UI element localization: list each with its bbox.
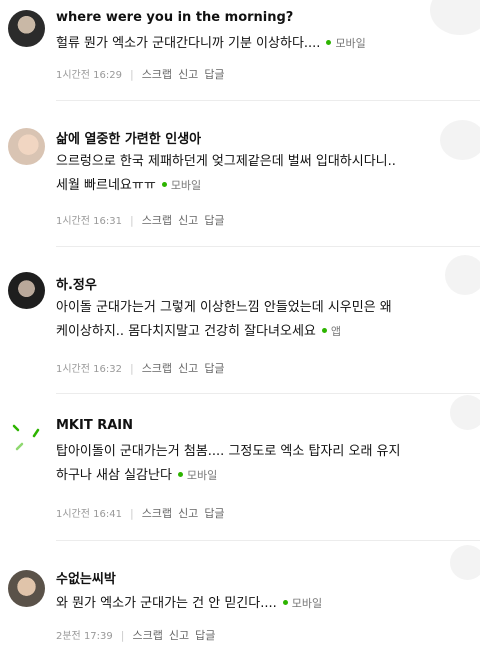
comment-line: 하구나 새삼 실감난다	[56, 468, 172, 483]
comment-line: 세월 빠르네요ㅠㅠ	[56, 178, 156, 193]
device-label: 모바일	[291, 597, 323, 610]
comment-text: 아이돌 군대가는거 그렇게 이상한느낌 안들었는데 시우민은 왜 케이상하지..…	[56, 296, 466, 344]
device-label: 모바일	[186, 469, 218, 482]
separator: |	[129, 362, 134, 375]
comment-time: 1시간전 16:41	[56, 509, 122, 520]
comment-line: 와 뭔가 엑소가 군대가는 건 안 믿긴다....	[56, 596, 277, 611]
separator: |	[129, 507, 134, 520]
separator: |	[120, 629, 125, 642]
report-button[interactable]: 신고	[169, 629, 189, 642]
comment-username[interactable]: 삶에 열중한 가련한 인생아	[56, 128, 201, 147]
comment-text: 헐류 뭔가 엑소가 군대간다니까 기분 이상하다.... 모바일	[56, 32, 466, 56]
comment-line: 아이돌 군대가는거 그렇게 이상한느낌 안들었는데 시우민은 왜	[56, 300, 392, 315]
reply-button[interactable]: 답글	[204, 362, 224, 375]
separator: |	[129, 214, 134, 227]
comment-username[interactable]: where were you in the morning?	[56, 10, 293, 25]
profile-avatar[interactable]	[8, 570, 45, 607]
comment-text: 으르렁으로 한국 제패하던게 엊그제같은데 벌써 입대하시다니.. 세월 빠르네…	[56, 150, 466, 198]
report-button[interactable]: 신고	[178, 362, 198, 375]
reply-button[interactable]: 답글	[204, 214, 224, 227]
comment-meta: 1시간전 16:29 | 스크랩 신고 답글	[56, 66, 231, 82]
divider	[56, 540, 480, 541]
comment-time: 1시간전 16:31	[56, 216, 122, 227]
scrap-button[interactable]: 스크랩	[142, 68, 172, 81]
device-label: 모바일	[335, 37, 366, 50]
green-dot-icon	[161, 182, 167, 187]
reply-button[interactable]: 답글	[204, 68, 224, 81]
mkit-rain-logo[interactable]	[8, 416, 45, 453]
scrap-button[interactable]: 스크랩	[142, 507, 172, 520]
green-dot-icon	[326, 40, 332, 45]
comment-line: 헐류 뭔가 엑소가 군대간다니까 기분 이상하다....	[56, 36, 321, 51]
report-button[interactable]: 신고	[178, 68, 198, 81]
green-dot-icon	[177, 472, 183, 477]
comment-time: 1시간전 16:32	[56, 364, 122, 375]
comment-time: 2분전 17:39	[56, 631, 113, 642]
device-label: 앱	[330, 325, 341, 338]
scrap-button[interactable]: 스크랩	[142, 362, 172, 375]
green-dot-icon	[321, 328, 327, 333]
decorative-blot	[450, 395, 480, 430]
scrap-button[interactable]: 스크랩	[132, 629, 162, 642]
comment-username[interactable]: 수없는씨박	[56, 568, 116, 587]
profile-avatar[interactable]	[8, 272, 45, 309]
comment-meta: 1시간전 16:41 | 스크랩 신고 답글	[56, 505, 231, 521]
profile-avatar[interactable]	[8, 10, 45, 47]
comment-meta: 1시간전 16:31 | 스크랩 신고 답글	[56, 212, 231, 228]
comment-line: 케이상하지.. 몸다치지말고 건강히 잘다녀오세요	[56, 324, 316, 339]
report-button[interactable]: 신고	[178, 214, 198, 227]
report-button[interactable]: 신고	[178, 507, 198, 520]
reply-button[interactable]: 답글	[204, 507, 224, 520]
divider	[56, 100, 480, 101]
profile-avatar[interactable]	[8, 128, 45, 165]
comment-username[interactable]: 하.정우	[56, 274, 97, 293]
comment-text: 탑아이돌이 군대가는거 첨봄.... 그정도로 엑소 탑자리 오래 유지 하구나…	[56, 440, 466, 488]
comment-line: 탑아이돌이 군대가는거 첨봄.... 그정도로 엑소 탑자리 오래 유지	[56, 444, 401, 459]
separator: |	[129, 68, 134, 81]
decorative-blot	[430, 0, 480, 35]
decorative-blot	[445, 255, 480, 295]
comment-line: 으르렁으로 한국 제패하던게 엊그제같은데 벌써 입대하시다니..	[56, 154, 396, 169]
reply-button[interactable]: 답글	[195, 629, 215, 642]
divider	[56, 246, 480, 247]
comment-username[interactable]: MKIT RAIN	[56, 418, 133, 433]
scrap-button[interactable]: 스크랩	[142, 214, 172, 227]
decorative-blot	[450, 545, 480, 580]
device-label: 모바일	[170, 179, 202, 192]
green-dot-icon	[282, 600, 288, 605]
divider	[56, 393, 480, 394]
comment-time: 1시간전 16:29	[56, 70, 122, 81]
comment-text: 와 뭔가 엑소가 군대가는 건 안 믿긴다.... 모바일	[56, 592, 466, 616]
comment-meta: 1시간전 16:32 | 스크랩 신고 답글	[56, 360, 231, 376]
comment-meta: 2분전 17:39 | 스크랩 신고 답글	[56, 627, 221, 643]
